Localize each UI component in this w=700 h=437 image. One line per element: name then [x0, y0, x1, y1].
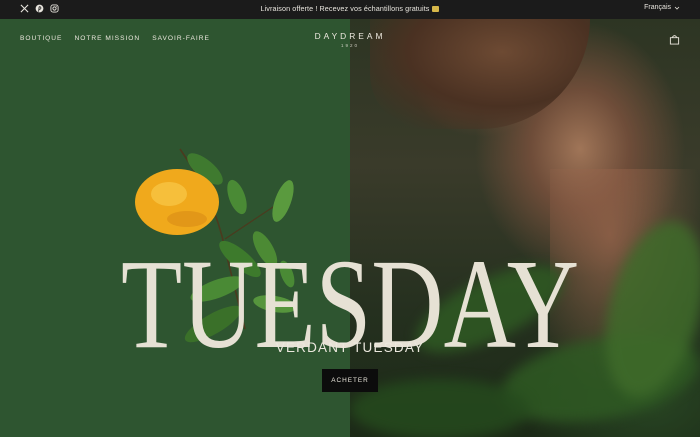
hero-photo-man: [350, 19, 700, 437]
brand-year: 1920: [340, 43, 359, 48]
shop-button[interactable]: ACHETER: [322, 369, 378, 392]
hero-section: TUESDAY VERDANT TUESDAY ACHETER: [0, 19, 700, 437]
cart-icon[interactable]: [669, 34, 680, 45]
announcement-text[interactable]: Livraison offerte ! Recevez vos échantil…: [0, 4, 700, 13]
chevron-down-icon: [674, 6, 680, 10]
announcement-bar: Livraison offerte ! Recevez vos échantil…: [0, 0, 700, 19]
language-selector[interactable]: Français: [644, 4, 680, 11]
hero-subtitle: VERDANT TUESDAY: [275, 340, 425, 355]
brand-name[interactable]: DAYDREAM: [0, 31, 700, 41]
brand-logo[interactable]: DAYDREAM 1920: [0, 31, 700, 48]
lemon-branch-illustration: [135, 148, 297, 343]
language-label[interactable]: Français: [644, 4, 671, 11]
gift-emoji-icon: [432, 5, 440, 12]
